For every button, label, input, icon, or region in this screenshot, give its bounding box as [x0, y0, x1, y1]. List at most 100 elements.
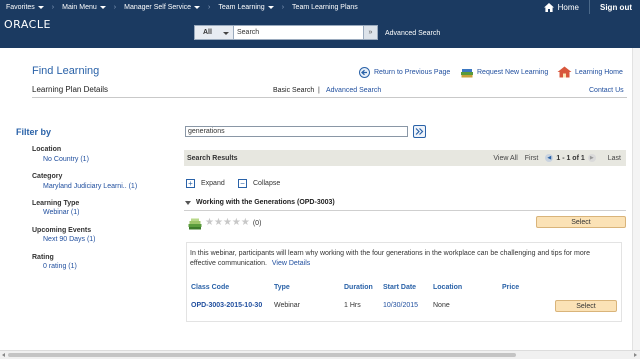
- learning-search-go-button[interactable]: [413, 125, 426, 138]
- search-placeholder: Search: [237, 29, 260, 36]
- horizontal-scrollbar[interactable]: [0, 350, 640, 359]
- return-to-previous-page-link[interactable]: Return to Previous Page: [358, 67, 450, 78]
- facet-label-upcoming-events: Upcoming Events: [32, 227, 92, 234]
- page-title: Find Learning: [32, 65, 100, 77]
- advanced-search-link[interactable]: Advanced Search: [326, 87, 381, 94]
- description-text: In this webinar, participants will learn…: [190, 250, 590, 267]
- home-icon: [543, 2, 554, 12]
- scrollbar-thumb[interactable]: [8, 353, 516, 357]
- breadcrumb-team-learning[interactable]: Team Learning: [212, 0, 279, 14]
- return-arrow-icon: [359, 67, 370, 78]
- facet-value-location[interactable]: No Country (1): [43, 156, 89, 163]
- facet-label-rating: Rating: [32, 254, 54, 261]
- facet-value-rating[interactable]: 0 rating (1): [43, 263, 77, 270]
- facet-label-location: Location: [32, 146, 62, 153]
- last-page-label[interactable]: Last: [608, 155, 621, 162]
- item-description: In this webinar, participants will learn…: [190, 249, 610, 268]
- minus-icon: −: [238, 179, 247, 188]
- expand-all-button[interactable]: + Expand: [186, 179, 225, 188]
- star-icon: ★: [205, 217, 214, 228]
- breadcrumb-label: Manager Self Service: [124, 3, 192, 11]
- class-code-link[interactable]: OPD-3003-2015-10-30: [191, 302, 262, 309]
- request-link-label: Request New Learning: [477, 69, 549, 76]
- column-header-class-code: Class Code: [191, 284, 230, 291]
- select-item-button[interactable]: Select: [536, 216, 626, 228]
- rating-stars: ★ ★ ★ ★ ★ (0): [205, 218, 261, 228]
- main-menu-label: Main Menu: [62, 3, 97, 11]
- header-advanced-search-link[interactable]: Advanced Search: [385, 30, 440, 37]
- chevron-down-icon: [99, 5, 106, 9]
- global-search: All Search »: [194, 25, 378, 40]
- column-header-start-date: Start Date: [383, 284, 417, 291]
- learning-home-link[interactable]: Learning Home: [557, 66, 623, 78]
- breadcrumb-label: Team Learning: [218, 3, 265, 11]
- star-icon: ★: [222, 217, 232, 228]
- divider: [184, 210, 626, 211]
- double-chevron-right-icon: »: [368, 29, 373, 36]
- first-page-label[interactable]: First: [525, 155, 539, 162]
- double-chevron-right-icon: [415, 128, 424, 135]
- breadcrumb-manager-self-service[interactable]: Manager Self Service: [118, 0, 206, 14]
- previous-page-icon[interactable]: ◀: [545, 154, 554, 162]
- select-label: Select: [571, 218, 591, 226]
- column-header-price: Price: [502, 284, 520, 291]
- divider: [32, 97, 627, 98]
- select-class-button[interactable]: Select: [555, 300, 617, 312]
- learning-home-label: Learning Home: [575, 68, 623, 76]
- chevron-down-icon: [267, 5, 274, 9]
- expand-label: Expand: [201, 180, 225, 187]
- scroll-left-icon[interactable]: [2, 353, 5, 357]
- rating-count: (0): [252, 219, 262, 227]
- result-item-title[interactable]: Working with the Generations (OPD-3003): [185, 199, 335, 206]
- star-icon: ★: [231, 217, 241, 228]
- main-menu[interactable]: Main Menu: [56, 0, 112, 14]
- search-scope-select[interactable]: All: [194, 25, 234, 40]
- page-subtitle: Learning Plan Details: [32, 85, 109, 94]
- home-label: Home: [557, 2, 579, 12]
- view-all-link[interactable]: View All: [493, 155, 517, 162]
- facet-value-learning-type[interactable]: Webinar (1): [43, 209, 79, 216]
- breadcrumb-label: Team Learning Plans: [292, 3, 358, 11]
- class-duration: 1 Hrs: [344, 302, 361, 309]
- class-start-date: 10/30/2015: [383, 302, 419, 309]
- search-scope-value: All: [203, 29, 212, 36]
- learning-search-input[interactable]: generations: [185, 126, 408, 137]
- home-button[interactable]: Home: [534, 2, 589, 12]
- results-range: 1 - 1 of 1: [556, 154, 585, 162]
- class-location: None: [433, 302, 450, 309]
- oracle-logo: ORACLE: [4, 18, 51, 31]
- favorites-label: Favorites: [6, 3, 35, 11]
- star-icon: ★: [213, 217, 223, 228]
- collapse-all-button[interactable]: − Collapse: [238, 179, 280, 188]
- facet-value-upcoming-events[interactable]: Next 90 Days (1): [43, 236, 96, 243]
- request-new-learning-link[interactable]: Request New Learning: [460, 67, 548, 78]
- favorites-menu[interactable]: Favorites: [0, 0, 50, 14]
- sign-out-button[interactable]: Sign out: [589, 0, 640, 14]
- view-details-link[interactable]: View Details: [272, 260, 310, 267]
- select-label: Select: [576, 302, 596, 310]
- column-header-type: Type: [274, 284, 290, 291]
- scroll-right-icon[interactable]: [634, 353, 637, 357]
- chevron-down-icon: [194, 5, 201, 9]
- basic-search-tab[interactable]: Basic Search: [273, 87, 314, 94]
- star-icon: ★: [240, 217, 250, 228]
- next-page-icon[interactable]: ▶: [587, 154, 596, 162]
- global-search-input[interactable]: Search: [234, 25, 364, 40]
- global-search-go-button[interactable]: »: [364, 25, 378, 40]
- breadcrumb-team-learning-plans[interactable]: Team Learning Plans: [286, 0, 364, 14]
- search-query-value: generations: [188, 128, 225, 135]
- result-item-title-text: Working with the Generations (OPD-3003): [196, 199, 335, 206]
- sign-out-label: Sign out: [600, 2, 632, 12]
- vertical-scrollbar[interactable]: [632, 48, 640, 350]
- facet-label-category: Category: [32, 173, 63, 180]
- top-navigation-bar: Favorites › Main Menu › Manager Self Ser…: [0, 0, 640, 14]
- books-icon: [461, 69, 473, 78]
- return-link-label: Return to Previous Page: [374, 69, 451, 76]
- header-bar: ORACLE All Search » Advanced Search: [0, 14, 640, 48]
- search-results-header: Search Results View All First ◀ 1 - 1 of…: [184, 150, 626, 166]
- facet-value-category[interactable]: Maryland Judiciary Learni.. (1): [43, 183, 137, 190]
- chevron-down-icon: [37, 5, 44, 9]
- column-header-location: Location: [433, 284, 463, 291]
- collapse-label: Collapse: [253, 180, 281, 187]
- contact-us-link[interactable]: Contact Us: [589, 87, 624, 94]
